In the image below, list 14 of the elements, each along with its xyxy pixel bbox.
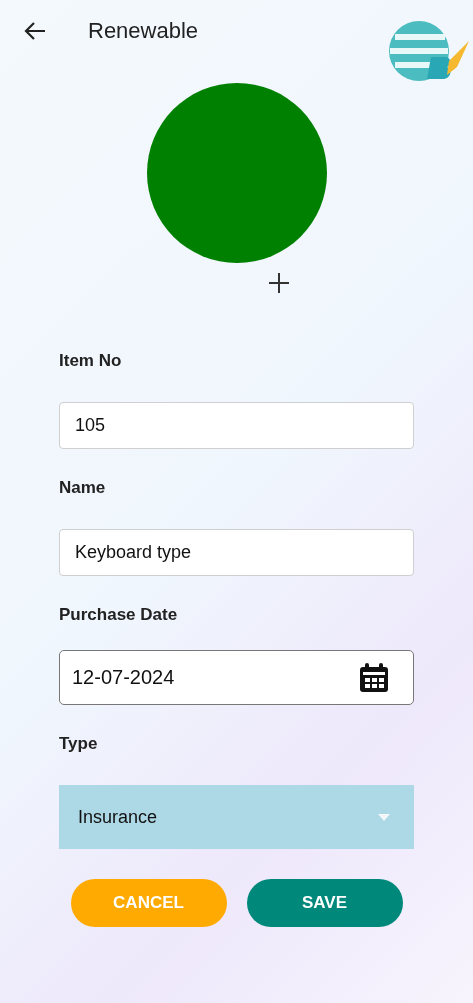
type-dropdown[interactable]: Insurance	[59, 785, 414, 849]
field-label: Name	[59, 477, 107, 499]
dropdown-caret-icon	[378, 813, 390, 821]
input-field[interactable]: 105	[59, 402, 414, 449]
save-button[interactable]: SAVE	[246, 879, 403, 927]
back-arrow-icon[interactable]	[24, 22, 46, 40]
page-title: Renewable	[88, 18, 199, 44]
field-label: Purchase Date	[59, 604, 179, 626]
input-field[interactable]: Keyboard type	[59, 529, 414, 576]
field-label: Item No	[59, 350, 123, 372]
calendar-icon[interactable]	[359, 662, 389, 693]
plus-icon[interactable]	[268, 273, 289, 293]
date-field[interactable]: 12-07-2024	[59, 650, 414, 705]
field-label: Type	[59, 733, 99, 755]
